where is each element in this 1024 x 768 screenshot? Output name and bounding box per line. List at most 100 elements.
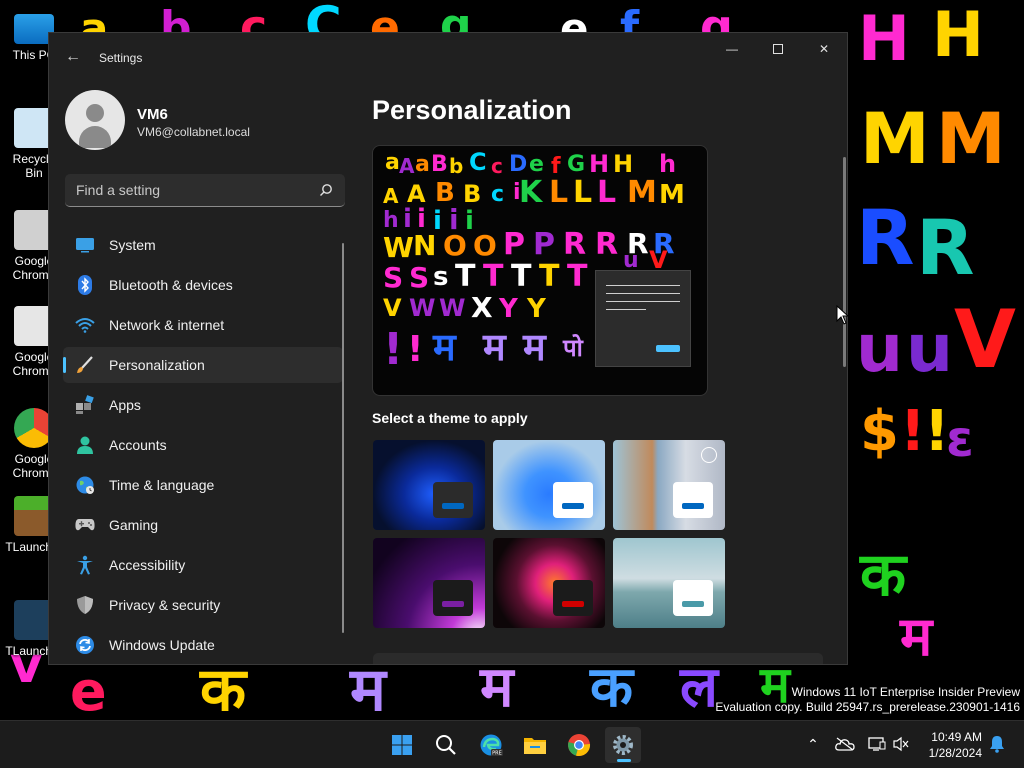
sidebar-item-network-internet[interactable]: Network & internet bbox=[63, 307, 343, 343]
update-icon bbox=[75, 635, 95, 655]
search-icon[interactable] bbox=[319, 183, 333, 197]
sidebar-item-accounts[interactable]: Accounts bbox=[63, 427, 343, 463]
apps-icon bbox=[75, 395, 95, 415]
sidebar-item-label: Privacy & security bbox=[109, 597, 221, 613]
sidebar-item-time-language[interactable]: Time & language bbox=[63, 467, 343, 503]
theme-glow[interactable] bbox=[373, 538, 485, 628]
sidebar-item-label: Personalization bbox=[109, 357, 205, 373]
user-email: VM6@collabnet.local bbox=[137, 125, 250, 139]
evaluation-watermark: Windows 11 IoT Enterprise Insider Previe… bbox=[715, 685, 1020, 715]
sidebar-item-label: Windows Update bbox=[109, 637, 215, 653]
theme-windows-dark[interactable] bbox=[373, 440, 485, 530]
volume-muted-icon[interactable] bbox=[890, 733, 912, 755]
theme-swatch-bar bbox=[442, 503, 464, 509]
theme-swatch bbox=[673, 580, 713, 616]
maximize-button[interactable] bbox=[755, 33, 801, 65]
theme-preview: a A a B b C c D e f G H H h A A B B c i … bbox=[372, 145, 708, 396]
theme-swatch-bar bbox=[442, 601, 464, 607]
gamepad-icon bbox=[75, 515, 95, 535]
sidebar-item-accessibility[interactable]: Accessibility bbox=[63, 547, 343, 583]
sidebar-item-privacy-security[interactable]: Privacy & security bbox=[63, 587, 343, 623]
avatar[interactable] bbox=[65, 90, 125, 150]
taskbar-chrome-button[interactable] bbox=[561, 727, 597, 763]
minimize-button[interactable]: — bbox=[709, 33, 755, 65]
preview-line bbox=[606, 301, 680, 302]
windows-logo-icon bbox=[392, 735, 412, 755]
sidebar-item-gaming[interactable]: Gaming bbox=[63, 507, 343, 543]
globe-icon bbox=[75, 475, 95, 495]
search-icon bbox=[436, 735, 456, 755]
sidebar-scrollbar[interactable] bbox=[342, 243, 344, 633]
taskbar-file-explorer-button[interactable] bbox=[517, 727, 553, 763]
settings-icon bbox=[613, 735, 633, 755]
watermark-line: Evaluation copy. Build 25947.rs_prerelea… bbox=[715, 700, 1020, 714]
bluetooth-icon bbox=[75, 275, 95, 295]
edge-icon: PRE bbox=[480, 734, 503, 757]
onedrive-icon[interactable] bbox=[834, 733, 856, 755]
theme-windows-light[interactable] bbox=[493, 440, 605, 530]
sidebar-item-label: Time & language bbox=[109, 477, 215, 493]
system-icon bbox=[75, 235, 95, 255]
theme-swatch bbox=[553, 580, 593, 616]
back-arrow-icon[interactable]: ← bbox=[63, 47, 83, 67]
clock-date: 1/28/2024 bbox=[928, 746, 982, 760]
close-button[interactable]: ✕ bbox=[801, 33, 847, 65]
taskbar: PRE ⌃ 10:49 AM 1/28/2024 bbox=[0, 720, 1024, 768]
watermark-line: Windows 11 IoT Enterprise Insider Previe… bbox=[791, 685, 1020, 699]
theme-swatch-bar bbox=[682, 601, 704, 607]
wifi-icon bbox=[75, 315, 95, 335]
theme-windows-spotlight[interactable] bbox=[613, 440, 725, 530]
search-input[interactable] bbox=[65, 174, 345, 206]
mouse-cursor-icon bbox=[836, 305, 850, 325]
sidebar-nav: System Bluetooth & devices Network & int… bbox=[63, 227, 343, 664]
avatar-body bbox=[79, 126, 111, 148]
sidebar-item-label: Bluetooth & devices bbox=[109, 277, 233, 293]
maximize-icon bbox=[773, 44, 783, 54]
theme-captured-motion[interactable] bbox=[493, 538, 605, 628]
theme-swatch bbox=[433, 580, 473, 616]
settings-card[interactable] bbox=[373, 653, 823, 664]
sidebar-item-label: Accessibility bbox=[109, 557, 186, 573]
theme-flow[interactable] bbox=[613, 538, 725, 628]
theme-grid bbox=[373, 440, 733, 628]
avatar-head bbox=[86, 104, 104, 122]
preview-accent-button bbox=[656, 345, 680, 352]
taskbar-settings-button[interactable] bbox=[605, 727, 641, 763]
spotlight-icon bbox=[701, 447, 717, 463]
theme-swatch-bar bbox=[562, 601, 584, 607]
taskbar-search-button[interactable] bbox=[428, 727, 464, 763]
chevron-up-icon[interactable]: ⌃ bbox=[802, 733, 824, 755]
accounts-icon bbox=[75, 435, 95, 455]
sidebar-item-label: Apps bbox=[109, 397, 141, 413]
theme-swatch bbox=[673, 482, 713, 518]
settings-window: ← Settings — ✕ VM6 VM6@collabnet.local S… bbox=[48, 32, 848, 665]
start-button[interactable] bbox=[384, 727, 420, 763]
sidebar-item-apps[interactable]: Apps bbox=[63, 387, 343, 423]
taskbar-edge-button[interactable]: PRE bbox=[473, 727, 509, 763]
theme-swatch bbox=[553, 482, 593, 518]
theme-swatch-bar bbox=[562, 503, 584, 509]
sidebar-item-personalization[interactable]: Personalization bbox=[63, 347, 343, 383]
content-scrollbar[interactable] bbox=[843, 157, 846, 367]
sidebar-item-label: Accounts bbox=[109, 437, 167, 453]
notification-bell-icon[interactable] bbox=[986, 733, 1008, 755]
network-icon[interactable] bbox=[866, 733, 888, 755]
system-clock[interactable]: 10:49 AM 1/28/2024 bbox=[929, 729, 982, 761]
preview-line bbox=[606, 293, 680, 294]
sidebar-item-label: System bbox=[109, 237, 156, 253]
sidebar-item-system[interactable]: System bbox=[63, 227, 343, 263]
preview-line bbox=[606, 285, 680, 286]
sidebar-item-windows-update[interactable]: Windows Update bbox=[63, 627, 343, 663]
page-title: Personalization bbox=[372, 95, 572, 125]
brush-icon bbox=[75, 355, 95, 375]
window-title: Settings bbox=[99, 51, 143, 65]
svg-text:PRE: PRE bbox=[492, 751, 502, 757]
shield-icon bbox=[75, 595, 95, 615]
sidebar-item-label: Network & internet bbox=[109, 317, 225, 333]
themes-heading: Select a theme to apply bbox=[372, 410, 528, 426]
user-name: VM6 bbox=[137, 106, 168, 123]
clock-time: 10:49 AM bbox=[931, 730, 982, 744]
sidebar-item-bluetooth-devices[interactable]: Bluetooth & devices bbox=[63, 267, 343, 303]
sidebar-item-label: Gaming bbox=[109, 517, 159, 533]
title-bar[interactable]: ← Settings — ✕ bbox=[49, 33, 847, 81]
